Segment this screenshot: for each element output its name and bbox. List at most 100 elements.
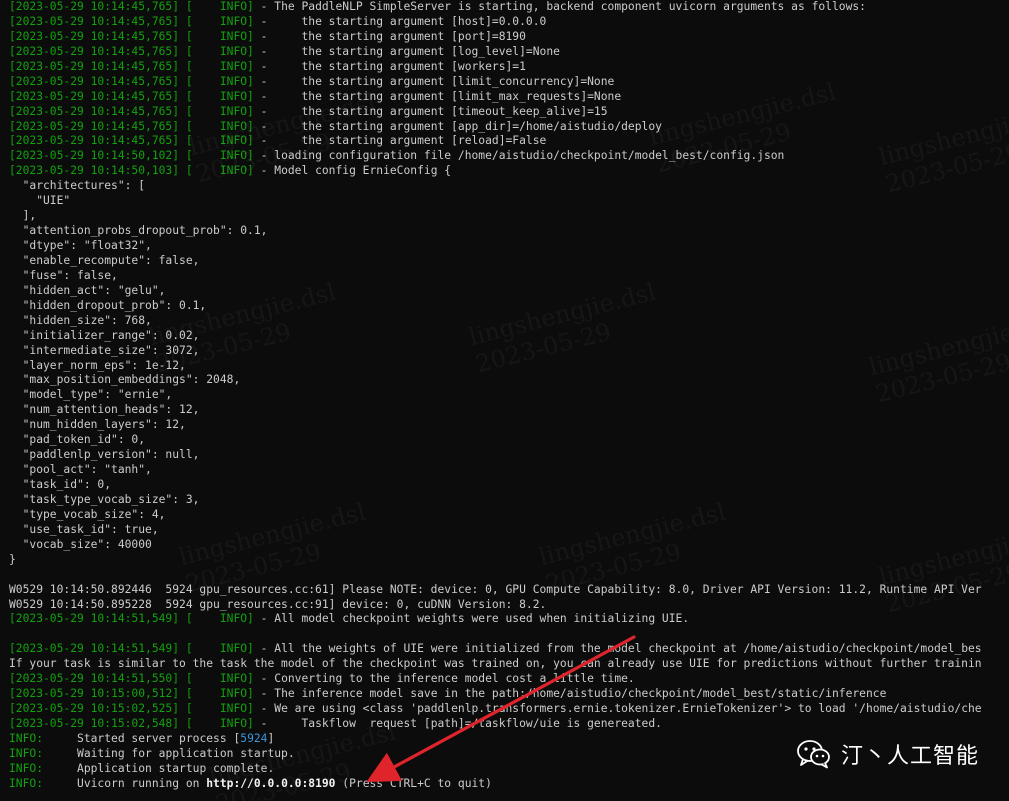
terminal-line: [2023-05-29 10:14:45,765] [ INFO] - the … <box>9 75 1009 90</box>
log-message: Application startup complete. <box>43 761 275 775</box>
log-message: - The inference model save in the path:/… <box>253 687 887 701</box>
terminal-line: "num_hidden_layers": 12, <box>9 418 1009 433</box>
log-timestamp: [2023-05-29 10:14:45,765] [ INFO] <box>9 29 254 43</box>
terminal-line: "pad_token_id": 0, <box>9 433 1009 448</box>
log-timestamp: [2023-05-29 10:14:45,765] [ INFO] <box>9 134 254 148</box>
log-message: - the starting argument [workers]=1 <box>253 59 526 73</box>
log-timestamp: [2023-05-29 10:14:45,765] [ INFO] <box>9 119 254 133</box>
terminal-line: [2023-05-29 10:14:50,102] [ INFO] - load… <box>9 149 1009 164</box>
log-message: "vocab_size": 40000 <box>9 537 152 551</box>
terminal-line: "dtype": "float32", <box>9 239 1009 254</box>
terminal-line: If your task is similar to the task the … <box>9 657 1009 672</box>
log-message: - All model checkpoint weights were used… <box>253 612 690 626</box>
terminal-line: [2023-05-29 10:14:45,765] [ INFO] - the … <box>9 105 1009 120</box>
log-timestamp: [2023-05-29 10:14:45,765] [ INFO] <box>9 44 254 58</box>
log-timestamp: [2023-05-29 10:14:45,765] [ INFO] <box>9 104 254 118</box>
terminal-line: [2023-05-29 10:14:50,103] [ INFO] - Mode… <box>9 164 1009 179</box>
log-message: Uvicorn running on <box>43 776 207 790</box>
log-message: "pad_token_id": 0, <box>9 433 146 447</box>
log-message: "fuse": false, <box>9 268 118 282</box>
log-message: "initializer_range": 0.02, <box>9 328 200 342</box>
log-message: "hidden_dropout_prob": 0.1, <box>9 298 207 312</box>
brand-watermark: 汀丶人工智能 <box>797 738 979 770</box>
log-message: - the starting argument [limit_concurren… <box>253 74 615 88</box>
terminal-line: "intermediate_size": 3072, <box>9 344 1009 359</box>
log-timestamp: [2023-05-29 10:14:45,765] [ INFO] <box>9 89 254 103</box>
terminal-line: [2023-05-29 10:14:51,550] [ INFO] - Conv… <box>9 672 1009 687</box>
terminal-line: "model_type": "ernie", <box>9 388 1009 403</box>
process-id: 5924 <box>240 731 268 745</box>
log-message: "attention_probs_dropout_prob": 0.1, <box>9 224 268 238</box>
log-message: "paddlenlp_version": null, <box>9 448 200 462</box>
log-message-suffix: ] <box>267 731 275 745</box>
terminal-line: "type_vocab_size": 4, <box>9 508 1009 523</box>
terminal-line: "num_attention_heads": 12, <box>9 403 1009 418</box>
terminal-output[interactable]: [2023-05-29 10:14:45,765] [ INFO] - The … <box>0 0 1009 801</box>
log-level-prefix: INFO: <box>9 731 44 745</box>
log-message: "model_type": "ernie", <box>9 388 173 402</box>
log-timestamp: [2023-05-29 10:14:45,765] [ INFO] <box>9 59 254 73</box>
terminal-line: "attention_probs_dropout_prob": 0.1, <box>9 224 1009 239</box>
log-level-prefix: INFO: <box>9 776 44 790</box>
log-message: ], <box>9 209 37 223</box>
log-message: } <box>9 552 16 566</box>
log-message: "pool_act": "tanh", <box>9 463 152 477</box>
log-message: "task_type_vocab_size": 3, <box>9 492 200 506</box>
log-message: If your task is similar to the task the … <box>9 657 982 671</box>
terminal-line: "hidden_dropout_prob": 0.1, <box>9 299 1009 314</box>
wechat-icon <box>797 739 831 769</box>
log-message: "layer_norm_eps": 1e-12, <box>9 358 186 372</box>
log-message: - the starting argument [limit_max_reque… <box>253 89 622 103</box>
log-timestamp: [2023-05-29 10:15:02,548] [ INFO] <box>9 717 254 730</box>
log-message: "UIE" <box>9 194 71 208</box>
terminal-line: "layer_norm_eps": 1e-12, <box>9 359 1009 374</box>
log-message: - the starting argument [reload]=False <box>253 134 547 148</box>
log-timestamp: [2023-05-29 10:14:50,103] [ INFO] <box>9 164 254 178</box>
terminal-line: [2023-05-29 10:14:45,765] [ INFO] - The … <box>9 0 1009 15</box>
log-message: Started server process [ <box>43 731 241 745</box>
terminal-line: W0529 10:14:50.892446 5924 gpu_resources… <box>9 583 1009 598</box>
log-message: - loading configuration file /home/aistu… <box>253 149 785 163</box>
log-message: "enable_recompute": false, <box>9 253 200 267</box>
log-message: - the starting argument [app_dir]=/home/… <box>253 119 662 133</box>
terminal-line: [2023-05-29 10:15:02,548] [ INFO] - Task… <box>9 717 1009 732</box>
terminal-line: [2023-05-29 10:14:51,549] [ INFO] - All … <box>9 612 1009 627</box>
log-timestamp: [2023-05-29 10:14:45,765] [ INFO] <box>9 74 254 88</box>
log-level-prefix: INFO: <box>9 761 44 775</box>
log-timestamp: [2023-05-29 10:14:50,102] [ INFO] <box>9 149 254 163</box>
log-timestamp: [2023-05-29 10:14:51,549] [ INFO] <box>9 642 254 656</box>
log-timestamp: [2023-05-29 10:15:00,512] [ INFO] <box>9 687 254 701</box>
log-message: - the starting argument [host]=0.0.0.0 <box>253 14 547 28</box>
log-message: "num_hidden_layers": 12, <box>9 418 186 432</box>
terminal-line: [2023-05-29 10:15:00,512] [ INFO] - The … <box>9 687 1009 702</box>
terminal-line: [2023-05-29 10:14:45,765] [ INFO] - the … <box>9 30 1009 45</box>
terminal-line: "fuse": false, <box>9 269 1009 284</box>
log-timestamp: [2023-05-29 10:14:45,765] [ INFO] <box>9 0 254 13</box>
terminal-line: "paddlenlp_version": null, <box>9 448 1009 463</box>
log-message: "architectures": [ <box>9 179 146 193</box>
terminal-line: [2023-05-29 10:14:45,765] [ INFO] - the … <box>9 134 1009 149</box>
log-message-suffix: (Press CTRL+C to quit) <box>335 776 492 790</box>
log-message: - Model config ErnieConfig { <box>253 164 452 178</box>
log-message: - Converting to the inference model cost… <box>253 672 635 686</box>
log-message: W0529 10:14:50.892446 5924 gpu_resources… <box>9 582 982 596</box>
server-url[interactable]: http://0.0.0.0:8190 <box>206 777 335 790</box>
terminal-line: "use_task_id": true, <box>9 523 1009 538</box>
terminal-line: "task_type_vocab_size": 3, <box>9 493 1009 508</box>
log-message: - the starting argument [log_level]=None <box>253 44 560 58</box>
log-message: "max_position_embeddings": 2048, <box>9 373 241 387</box>
log-timestamp: [2023-05-29 10:14:51,550] [ INFO] <box>9 672 254 686</box>
terminal-line: "pool_act": "tanh", <box>9 463 1009 478</box>
terminal-line: [2023-05-29 10:14:45,765] [ INFO] - the … <box>9 90 1009 105</box>
log-message: - the starting argument [timeout_keep_al… <box>253 104 608 118</box>
terminal-line: "enable_recompute": false, <box>9 254 1009 269</box>
terminal-line: [2023-05-29 10:15:02,525] [ INFO] - We a… <box>9 702 1009 717</box>
log-message: - the starting argument [port]=8190 <box>253 29 526 43</box>
terminal-line: "vocab_size": 40000 <box>9 538 1009 553</box>
log-message: "use_task_id": true, <box>9 522 159 536</box>
terminal-line: "task_id": 0, <box>9 478 1009 493</box>
terminal-line: "initializer_range": 0.02, <box>9 329 1009 344</box>
log-message: "type_vocab_size": 4, <box>9 507 166 521</box>
